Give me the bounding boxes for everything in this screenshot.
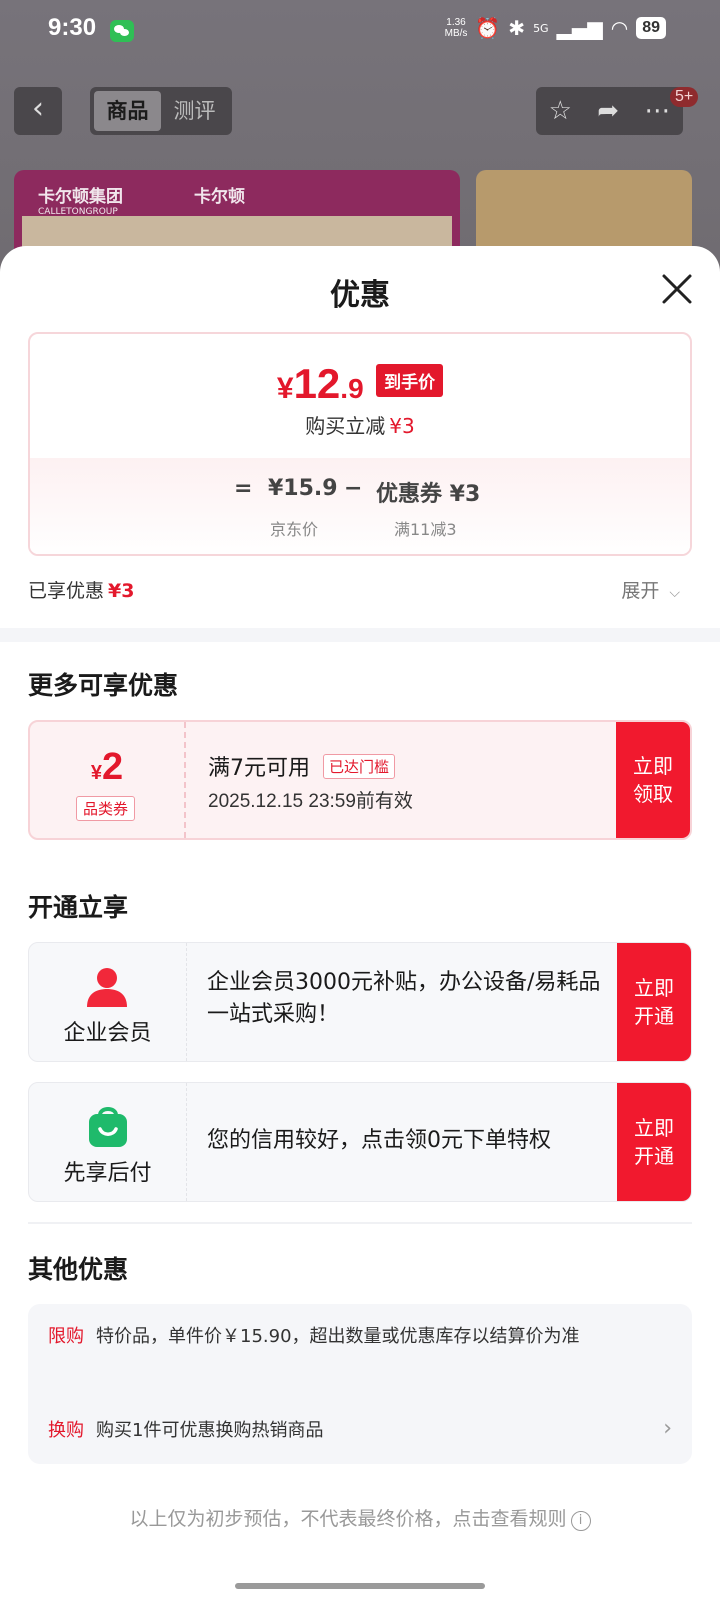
brand-logo: 卡尔顿集团 CALLETONGROUP <box>38 187 123 217</box>
claim-coupon-button[interactable]: 立即领取 <box>616 722 690 838</box>
enterprise-member-card: 企业会员 企业会员3000元补贴，办公设备/易耗品一站式采购！ 立即开通 <box>28 942 692 1062</box>
status-icons: 1.36 MB/s ⏰ ✱ 5G ▂▄▆ ◠ 89 <box>445 16 666 40</box>
nav-actions: ☆ ➦ ⋯ <box>536 87 683 135</box>
info-icon[interactable]: i <box>570 1511 591 1531</box>
alarm-icon: ⏰ <box>475 16 501 40</box>
price-card: ¥12.9 到手价 购买立减 ¥3 = ¥15.9 − 优惠券 ¥3 京东价 满1… <box>28 332 692 556</box>
coupon-condition: 满7元可用 已达门槛 <box>208 750 396 782</box>
chevron-right-icon[interactable]: › <box>663 1416 672 1441</box>
coupon-type-tag: 品类券 <box>76 796 136 821</box>
limit-purchase-item: 限购 特价品，单件价￥15.90，超出数量或优惠库存以结算价为准 <box>48 1326 580 1347</box>
expand-button[interactable]: 展开 ⌵ <box>621 576 680 603</box>
message-badge: 5+ <box>670 87 699 107</box>
price-rules-note[interactable]: 以上仅为初步预估，不代表最终价格，点击查看规则 i <box>0 1504 720 1531</box>
tab-goods[interactable]: 商品 <box>94 91 161 131</box>
threshold-tag: 已达门槛 <box>323 754 396 779</box>
enterprise-member-desc: 企业会员3000元补贴，办公设备/易耗品一站式采购！ <box>207 970 601 1027</box>
favorite-star-icon[interactable]: ☆ <box>549 96 572 126</box>
reduce-line: 购买立减 ¥3 <box>305 414 415 438</box>
wifi-icon: ◠ <box>610 16 629 40</box>
coupon-expiry: 2025.12.15 23:59前有效 <box>208 791 413 812</box>
battery-level: 89 <box>636 17 666 39</box>
more-discounts-title: 更多可享优惠 <box>28 671 179 700</box>
trade-in-item[interactable]: 换购 购买1件可优惠换购热销商品 <box>48 1418 638 1444</box>
enterprise-member-label: 企业会员 <box>63 1021 152 1046</box>
section-divider <box>0 628 720 642</box>
final-price: ¥12.9 到手价 <box>30 360 690 408</box>
discount-sheet: 优惠 ¥12.9 到手价 购买立减 ¥3 = ¥15.9 − 优惠券 ¥3 京东价… <box>0 246 720 1600</box>
close-icon[interactable] <box>660 272 694 306</box>
final-price-tag: 到手价 <box>376 364 444 397</box>
nav-tabs: 商品 测评 <box>90 87 232 135</box>
formula-minus: − <box>344 476 363 501</box>
back-button[interactable]: ‹ <box>14 87 62 135</box>
share-icon[interactable]: ➦ <box>597 96 619 126</box>
bluetooth-icon: ✱ <box>508 16 526 40</box>
coupon-card: ¥2 品类券 满7元可用 已达门槛 2025.12.15 23:59前有效 立即… <box>28 720 692 840</box>
enterprise-member-open-button[interactable]: 立即开通 <box>617 943 691 1061</box>
open-benefits-title: 开通立享 <box>28 893 129 922</box>
status-bar: 9:30 1.36 MB/s ⏰ ✱ 5G ▂▄▆ ◠ 89 <box>0 0 720 62</box>
chevron-down-icon: ⌵ <box>669 585 680 601</box>
brand-logo-2: 卡尔顿 <box>194 187 245 207</box>
other-discounts-box: 限购 特价品，单件价￥15.90，超出数量或优惠库存以结算价为准 换购 购买1件可优… <box>28 1304 692 1464</box>
net-speed: 1.36 MB/s <box>444 17 468 39</box>
formula-base-label: 京东价 <box>270 520 319 539</box>
more-icon[interactable]: ⋯ <box>644 96 670 126</box>
pay-later-desc: 您的信用较好，点击领0元下单特权 <box>207 1128 551 1153</box>
shopping-bag-icon <box>89 1107 127 1147</box>
formula-equals: = <box>234 476 253 501</box>
formula-coupon-label: 满11减3 <box>394 520 457 539</box>
price-formula: = ¥15.9 − 优惠券 ¥3 京东价 满11减3 <box>30 458 690 554</box>
tab-review[interactable]: 测评 <box>161 91 228 131</box>
coupon-value: ¥2 品类券 <box>30 722 186 838</box>
enjoyed-discount: 已享优惠 ¥3 <box>28 580 135 602</box>
person-icon <box>87 968 127 1007</box>
home-indicator[interactable] <box>235 1583 485 1589</box>
signal-icon: ▂▄▆ <box>556 16 603 40</box>
pay-later-open-button[interactable]: 立即开通 <box>617 1083 691 1201</box>
formula-coupon: 优惠券 ¥3 <box>376 482 481 507</box>
network-type: 5G <box>533 21 549 35</box>
wechat-notification-icon <box>110 20 134 42</box>
formula-base-price: ¥15.9 <box>268 476 338 501</box>
divider <box>28 1222 692 1224</box>
sheet-title: 优惠 <box>330 278 390 313</box>
pay-later-label: 先享后付 <box>63 1161 152 1186</box>
status-time: 9:30 <box>48 14 97 41</box>
other-discounts-title: 其他优惠 <box>28 1255 129 1284</box>
pay-later-card: 先享后付 您的信用较好，点击领0元下单特权 立即开通 <box>28 1082 692 1202</box>
